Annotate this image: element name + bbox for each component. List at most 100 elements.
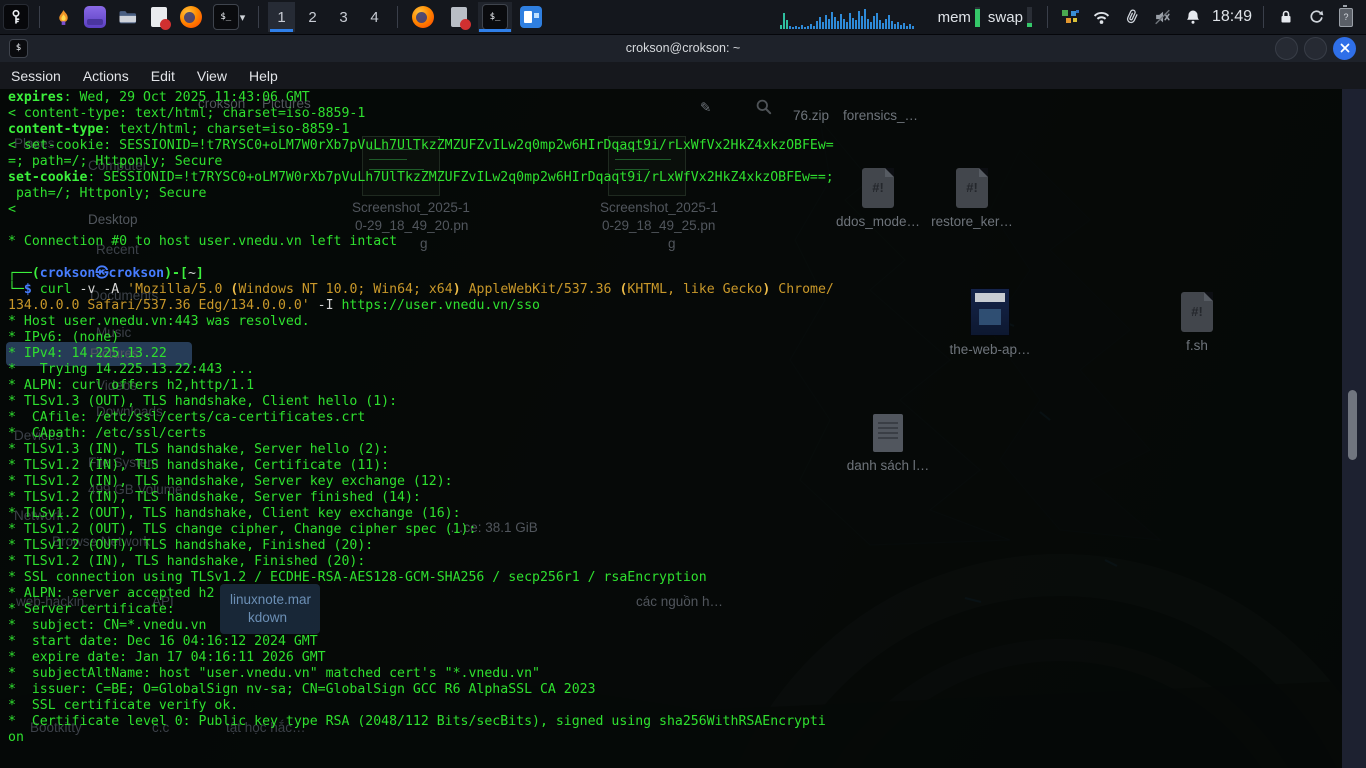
terminal-line: * TLSv1.2 (OUT), TLS handshake, Finished… bbox=[8, 538, 1360, 554]
net-bar bbox=[885, 19, 887, 29]
lock-icon bbox=[1278, 9, 1294, 25]
terminal-line: * CAfile: /etc/ssl/certs/ca-certificates… bbox=[8, 410, 1360, 426]
screen: $ crokson@crokson: ~ Session Actions Edit V… bbox=[0, 0, 1366, 768]
net-bar bbox=[813, 26, 815, 29]
terminal-line: content-type: text/html; charset=iso-885… bbox=[8, 122, 1360, 138]
terminal-line: < set-cookie: SESSIONID=!t7RYSC0+oLM7W0r… bbox=[8, 138, 1360, 154]
workspace-1[interactable]: 1 bbox=[268, 2, 295, 32]
launcher-flame-app[interactable] bbox=[49, 3, 77, 31]
paperclip-icon bbox=[1121, 6, 1142, 27]
folder-icon bbox=[118, 9, 137, 25]
menu-session[interactable]: Session bbox=[11, 68, 61, 84]
tray-volume[interactable] bbox=[1154, 9, 1171, 25]
terminal-line: * Trying 14.225.13.22:443 ... bbox=[8, 362, 1360, 378]
lock-screen-button[interactable] bbox=[1278, 9, 1294, 25]
taskbar-media-app[interactable] bbox=[514, 2, 548, 32]
kali-menu-icon bbox=[8, 9, 24, 25]
terminal-titlebar[interactable]: $ crokson@crokson: ~ bbox=[0, 34, 1366, 62]
workspace-2[interactable]: 2 bbox=[299, 2, 326, 32]
menu-view[interactable]: View bbox=[197, 68, 227, 84]
terminal-line: set-cookie: SESSIONID=!t7RYSC0+oLM7W0rXb… bbox=[8, 170, 1360, 186]
minimize-button[interactable] bbox=[1275, 37, 1298, 60]
terminal-line: * SSL connection using TLSv1.2 / ECDHE-R… bbox=[8, 570, 1360, 586]
terminal-line: * TLSv1.3 (OUT), TLS handshake, Client h… bbox=[8, 394, 1360, 410]
terminal-line: * TLSv1.3 (IN), TLS handshake, Server he… bbox=[8, 442, 1360, 458]
terminal-line: path=/; Httponly; Secure bbox=[8, 186, 1360, 202]
firefox-icon bbox=[412, 6, 434, 28]
terminal-line: * IPv6: (none) bbox=[8, 330, 1360, 346]
net-bar bbox=[840, 14, 842, 29]
net-bar bbox=[867, 19, 869, 29]
net-bar bbox=[870, 22, 872, 29]
colored-squares-icon bbox=[1062, 9, 1079, 25]
terminal-icon: $_ bbox=[482, 4, 508, 30]
document-icon bbox=[451, 7, 467, 27]
menu-help[interactable]: Help bbox=[249, 68, 278, 84]
terminal-line: 134.0.0.0 Safari/537.36 Edg/134.0.0.0' -… bbox=[8, 298, 1360, 314]
terminal-line: * SSL certificate verify ok. bbox=[8, 698, 1360, 714]
terminal-line: * ALPN: server accepted h2 bbox=[8, 586, 1360, 602]
terminal-line: =; path=/; Httponly; Secure bbox=[8, 154, 1360, 170]
net-bar bbox=[900, 25, 902, 29]
net-bar bbox=[825, 15, 827, 29]
net-bar bbox=[909, 24, 911, 29]
net-bar bbox=[789, 26, 791, 29]
net-bar bbox=[846, 22, 848, 29]
taskbar-document[interactable] bbox=[442, 2, 476, 32]
net-bar bbox=[837, 21, 839, 29]
launcher-text-editor[interactable] bbox=[145, 3, 173, 31]
terminal-line: * TLSv1.2 (IN), TLS handshake, Finished … bbox=[8, 554, 1360, 570]
net-bar bbox=[780, 25, 782, 29]
net-bar bbox=[897, 22, 899, 29]
swap-label: swap bbox=[988, 9, 1023, 26]
menu-edit[interactable]: Edit bbox=[151, 68, 175, 84]
terminal-line: ┌──(crokson㉿crokson)-[~] bbox=[8, 266, 1360, 282]
applications-menu-button[interactable] bbox=[2, 3, 30, 31]
battery-indicator[interactable]: ? bbox=[1339, 8, 1353, 27]
clock[interactable]: 18:49 bbox=[1212, 8, 1252, 26]
net-bar bbox=[786, 20, 788, 29]
launcher-purple-app[interactable] bbox=[81, 3, 109, 31]
panel-separator bbox=[1263, 6, 1264, 28]
net-bar bbox=[912, 26, 914, 29]
tray-notifications[interactable] bbox=[1185, 9, 1201, 25]
terminal-line: < bbox=[8, 202, 1360, 218]
terminal-line: * issuer: C=BE; O=GlobalSign nv-sa; CN=G… bbox=[8, 682, 1360, 698]
maximize-button[interactable] bbox=[1304, 37, 1327, 60]
net-bar bbox=[891, 21, 893, 29]
net-bar bbox=[861, 16, 863, 29]
workspace-3[interactable]: 3 bbox=[330, 2, 357, 32]
terminal-line: expires: Wed, 29 Oct 2025 11:43:06 GMT bbox=[8, 90, 1360, 106]
tray-network[interactable] bbox=[1093, 10, 1110, 25]
menu-actions[interactable]: Actions bbox=[83, 68, 129, 84]
net-bar bbox=[819, 17, 821, 29]
terminal-line: * TLSv1.2 (OUT), TLS change cipher, Chan… bbox=[8, 522, 1360, 538]
terminal-line: * subject: CN=*.vnedu.vn bbox=[8, 618, 1360, 634]
tray-app-indicator[interactable] bbox=[1062, 9, 1079, 25]
launcher-file-manager[interactable] bbox=[113, 3, 141, 31]
launcher-terminal[interactable]: $_ ▾ bbox=[209, 3, 249, 31]
net-bar bbox=[828, 19, 830, 29]
terminal-line: └─$ curl -v -A 'Mozilla/5.0 (Windows NT … bbox=[8, 282, 1360, 298]
tray-clipboard[interactable] bbox=[1124, 9, 1140, 25]
close-button[interactable] bbox=[1333, 37, 1356, 60]
swap-usage-bar bbox=[1027, 7, 1032, 27]
net-bar bbox=[849, 13, 851, 29]
net-bar bbox=[831, 12, 833, 29]
close-icon bbox=[1340, 43, 1350, 53]
taskbar-terminal-active[interactable]: $_ bbox=[478, 2, 512, 32]
terminal-menubar: Session Actions Edit View Help bbox=[0, 62, 1366, 89]
launcher-firefox[interactable] bbox=[177, 3, 205, 31]
net-bar bbox=[858, 11, 860, 29]
logout-button[interactable] bbox=[1308, 9, 1325, 25]
net-bar bbox=[864, 9, 866, 29]
panel-separator bbox=[397, 6, 398, 28]
terminal-output[interactable]: expires: Wed, 29 Oct 2025 11:43:06 GMT< … bbox=[8, 90, 1360, 746]
terminal-line: < content-type: text/html; charset=iso-8… bbox=[8, 106, 1360, 122]
workspace-4[interactable]: 4 bbox=[361, 2, 388, 32]
terminal-line bbox=[8, 250, 1360, 266]
net-bar bbox=[804, 27, 806, 29]
chevron-down-icon[interactable]: ▾ bbox=[240, 11, 246, 24]
panel-separator bbox=[1047, 6, 1048, 28]
taskbar-firefox[interactable] bbox=[406, 2, 440, 32]
